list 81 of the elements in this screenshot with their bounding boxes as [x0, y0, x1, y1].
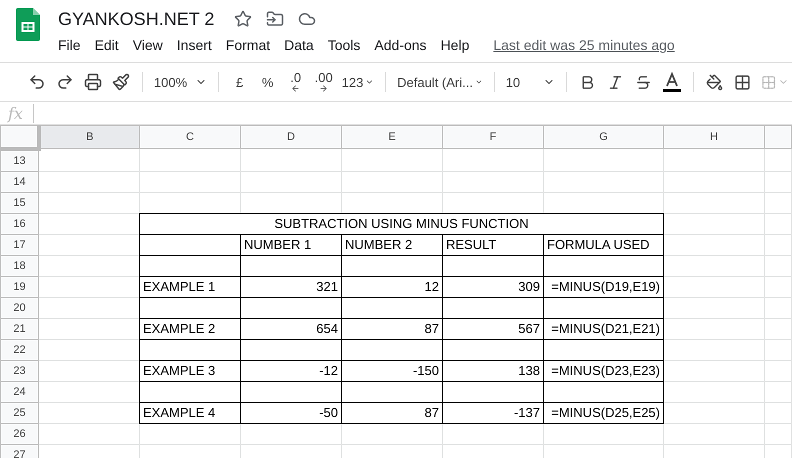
row-header[interactable]: 23 — [0, 360, 38, 381]
star-icon[interactable] — [234, 10, 252, 28]
menu-item[interactable]: Format — [224, 34, 278, 56]
menu-item[interactable]: Edit — [92, 34, 127, 56]
table-cell: 138 — [442, 360, 544, 381]
row-header[interactable]: 21 — [0, 318, 38, 339]
table-cell: EXAMPLE 1 — [140, 276, 240, 297]
row-header[interactable]: 20 — [0, 297, 38, 318]
column-heading: FORMULA USED — [544, 234, 664, 255]
table-cell: EXAMPLE 4 — [140, 402, 240, 423]
row-header[interactable]: 16 — [0, 213, 38, 234]
move-folder-icon[interactable] — [266, 10, 284, 28]
table-cell: -50 — [240, 402, 342, 423]
undo-icon — [28, 73, 46, 91]
column-heading: NUMBER 2 — [342, 234, 442, 255]
table-cell: =MINUS(D23,E23) — [544, 360, 664, 381]
row-header[interactable]: 26 — [0, 423, 38, 444]
zoom-dropdown[interactable]: 100% — [150, 68, 210, 96]
font-dropdown[interactable]: Default (Ari... — [394, 68, 486, 96]
borders-icon — [734, 74, 752, 90]
redo-icon — [56, 73, 74, 91]
column-header[interactable]: B — [38, 126, 140, 148]
row-header[interactable]: 18 — [0, 255, 38, 276]
table-cell: EXAMPLE 2 — [140, 318, 240, 339]
row-header[interactable]: 15 — [0, 192, 38, 213]
column-header[interactable]: F — [442, 126, 544, 148]
currency-button[interactable]: £ — [226, 68, 253, 96]
cloud-icon[interactable] — [298, 10, 316, 28]
table-cell: EXAMPLE 3 — [140, 360, 240, 381]
number-format-dropdown[interactable]: 123 — [338, 68, 378, 96]
menu-item[interactable]: Insert — [174, 34, 220, 56]
table-cell: 654 — [240, 318, 342, 339]
strikethrough-icon — [635, 74, 652, 90]
menu-item[interactable]: Tools — [326, 34, 368, 56]
menu-item[interactable]: Add-ons — [372, 34, 435, 56]
table-cell: =MINUS(D19,E19) — [544, 276, 664, 297]
column-header[interactable]: G — [544, 126, 664, 148]
row-header[interactable]: 22 — [0, 339, 38, 360]
table-cell: 321 — [240, 276, 342, 297]
column-header[interactable]: C — [140, 126, 240, 148]
table-cell: -150 — [342, 360, 442, 381]
row-header[interactable]: 24 — [0, 381, 38, 402]
paintbrush-icon — [112, 73, 130, 91]
document-title[interactable]: GYANKOSH.NET 2 — [58, 8, 214, 30]
column-header[interactable]: D — [240, 126, 342, 148]
sheets-logo-icon[interactable] — [16, 8, 40, 41]
merge-icon — [760, 74, 776, 90]
arrow-left-icon — [291, 84, 300, 92]
formula-label: fx — [8, 104, 34, 122]
decrease-decimals-button[interactable]: .0 — [282, 68, 309, 96]
table-title: SUBTRACTION USING MINUS FUNCTION — [140, 213, 664, 234]
column-header[interactable]: E — [342, 126, 442, 148]
printer-icon — [84, 73, 102, 91]
table-cell: 87 — [342, 318, 442, 339]
table-cell: 12 — [342, 276, 442, 297]
table-cell: -12 — [240, 360, 342, 381]
table-cell: -137 — [442, 402, 544, 423]
row-header[interactable]: 27 — [0, 444, 38, 458]
increase-decimals-button[interactable]: .00 — [310, 68, 337, 96]
row-header[interactable]: 17 — [0, 234, 38, 255]
menu-item[interactable]: Help — [438, 34, 478, 56]
menu-item[interactable]: File — [56, 34, 89, 56]
table-cell: 567 — [442, 318, 544, 339]
font-size-dropdown[interactable]: 10 — [502, 68, 558, 96]
text-color-icon — [662, 71, 682, 93]
column-heading: NUMBER 1 — [240, 234, 342, 255]
table-cell: =MINUS(D25,E25) — [544, 402, 664, 423]
percent-button[interactable]: % — [254, 68, 281, 96]
paint-bucket-icon — [706, 74, 724, 90]
table-cell: 309 — [442, 276, 544, 297]
menu-item[interactable]: Data — [282, 34, 322, 56]
arrow-right-icon — [319, 84, 328, 92]
row-header[interactable]: 19 — [0, 276, 38, 297]
table-cell: =MINUS(D21,E21) — [544, 318, 664, 339]
last-edit-link[interactable]: Last edit was 25 minutes ago — [493, 37, 675, 53]
row-header[interactable]: 25 — [0, 402, 38, 423]
row-header[interactable]: 14 — [0, 171, 38, 192]
table-cell: 87 — [342, 402, 442, 423]
menu-item[interactable]: View — [130, 34, 171, 56]
column-heading: RESULT — [442, 234, 544, 255]
column-header[interactable]: H — [664, 126, 764, 148]
